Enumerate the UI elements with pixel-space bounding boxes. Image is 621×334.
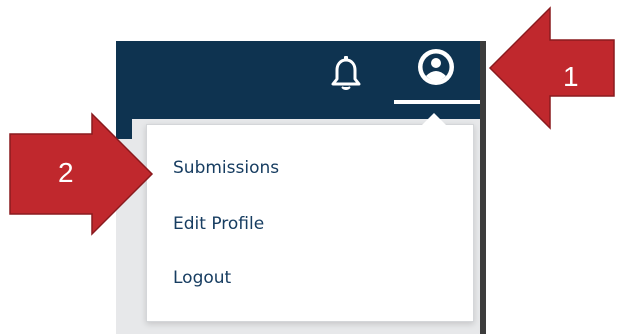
- user-circle-icon[interactable]: [415, 46, 457, 88]
- menu-item-edit-profile[interactable]: Edit Profile: [173, 214, 264, 234]
- menu-item-logout[interactable]: Logout: [173, 268, 231, 288]
- menu-item-submissions[interactable]: Submissions: [173, 158, 279, 178]
- active-user-indicator: [394, 100, 480, 104]
- callout-arrow-1: [488, 6, 615, 130]
- dropdown-caret: [421, 113, 447, 126]
- user-dropdown-menu: Submissions Edit Profile Logout: [146, 124, 474, 322]
- bell-icon[interactable]: [330, 56, 362, 92]
- callout-number-2: 2: [58, 157, 74, 188]
- window-edge: [480, 41, 486, 334]
- callout-number-1: 1: [563, 61, 579, 92]
- callout-arrow-2: [9, 112, 154, 236]
